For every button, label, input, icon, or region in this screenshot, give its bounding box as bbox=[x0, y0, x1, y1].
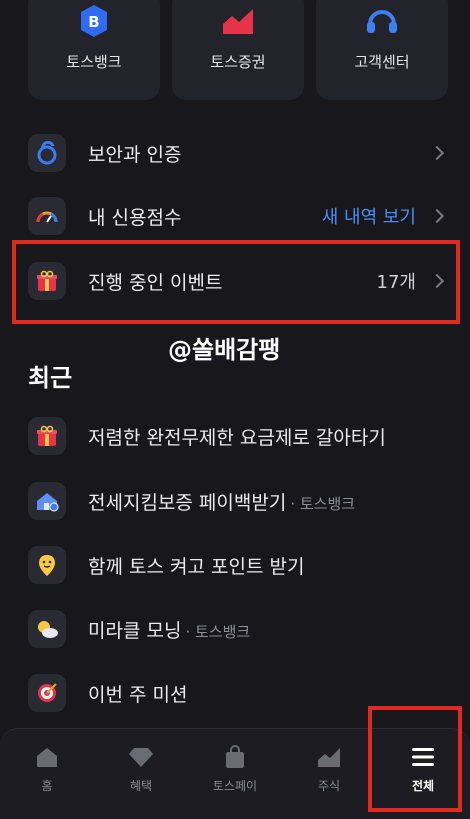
tab-benefits-label: 혜택 bbox=[129, 779, 153, 793]
menu-credit-score[interactable]: 내 신용점수 새 내역 보기 bbox=[28, 194, 446, 238]
recent-item-title: 전세지킴보증 페이백받기 bbox=[88, 491, 287, 514]
recent-item-label: 저렴한 완전무제한 요금제로 갈아타기 bbox=[88, 426, 386, 449]
menu-credit-score-label: 내 신용점수 bbox=[88, 206, 182, 229]
tab-home[interactable]: 홈 bbox=[0, 729, 94, 819]
tab-benefits[interactable]: 혜택 bbox=[94, 729, 188, 819]
recent-section-title: 최근 bbox=[28, 364, 73, 392]
recent-item-label: 이번 주 미션 bbox=[88, 683, 188, 706]
security-lock-icon bbox=[28, 134, 66, 172]
view-new-history-link[interactable]: 새 내역 보기 bbox=[322, 203, 416, 229]
diamond-icon bbox=[127, 743, 155, 771]
headset-icon bbox=[364, 3, 400, 39]
shortcut-cards: B 토스뱅크 토스증권 고객센터 bbox=[28, 0, 458, 100]
recent-item[interactable]: 저렴한 완전무제한 요금제로 갈아타기 bbox=[28, 414, 446, 458]
recent-item-source: · 토스뱅크 bbox=[290, 494, 356, 513]
recent-item-title: 미라클 모닝 bbox=[88, 619, 182, 642]
tab-stocks[interactable]: 주식 bbox=[282, 729, 376, 819]
tab-tosspay-label: 토스페이 bbox=[212, 779, 258, 793]
recent-item[interactable]: 미라클 모닝 · 토스뱅크 bbox=[28, 607, 446, 651]
toss-bank-letter: B bbox=[88, 13, 99, 31]
gift-icon bbox=[28, 417, 66, 455]
recent-item-label: 전세지킴보증 페이백받기 · 토스뱅크 bbox=[88, 488, 355, 515]
tab-home-label: 홈 bbox=[41, 779, 53, 793]
toss-securities-label: 토스증권 bbox=[210, 53, 266, 71]
house-shield-icon bbox=[28, 482, 66, 520]
toss-bank-card[interactable]: B 토스뱅크 bbox=[28, 0, 160, 100]
stock-chart-icon bbox=[220, 3, 256, 39]
annotation-highlight-events bbox=[12, 240, 460, 324]
customer-center-label: 고객센터 bbox=[354, 53, 410, 71]
tab-stocks-label: 주식 bbox=[317, 779, 341, 793]
chevron-right-icon bbox=[429, 145, 445, 161]
menu-security-label: 보안과 인증 bbox=[88, 143, 182, 166]
menu-security[interactable]: 보안과 인증 bbox=[28, 131, 446, 175]
home-icon bbox=[33, 743, 61, 771]
toss-securities-card[interactable]: 토스증권 bbox=[172, 0, 304, 100]
recent-item-source: · 토스뱅크 bbox=[185, 622, 251, 641]
chevron-right-icon bbox=[429, 208, 445, 224]
recent-item-label: 함께 토스 켜고 포인트 받기 bbox=[88, 555, 305, 578]
watermark-text: @쏠배감팽 bbox=[168, 336, 281, 364]
target-icon bbox=[28, 674, 66, 712]
customer-center-card[interactable]: 고객센터 bbox=[316, 0, 448, 100]
credit-gauge-icon bbox=[28, 197, 66, 235]
tab-tosspay[interactable]: 토스페이 bbox=[188, 729, 282, 819]
recent-item[interactable]: 전세지킴보증 페이백받기 · 토스뱅크 bbox=[28, 479, 446, 523]
sun-cloud-icon bbox=[28, 610, 66, 648]
recent-item-label: 미라클 모닝 · 토스뱅크 bbox=[88, 616, 250, 643]
toss-bank-label: 토스뱅크 bbox=[66, 53, 122, 71]
location-pin-icon bbox=[28, 546, 66, 584]
recent-item[interactable]: 함께 토스 켜고 포인트 받기 bbox=[28, 543, 446, 587]
annotation-highlight-all-tab bbox=[368, 706, 462, 812]
toss-bank-icon: B bbox=[76, 3, 112, 39]
chart-icon bbox=[315, 743, 343, 771]
shopping-bag-icon bbox=[221, 743, 249, 771]
